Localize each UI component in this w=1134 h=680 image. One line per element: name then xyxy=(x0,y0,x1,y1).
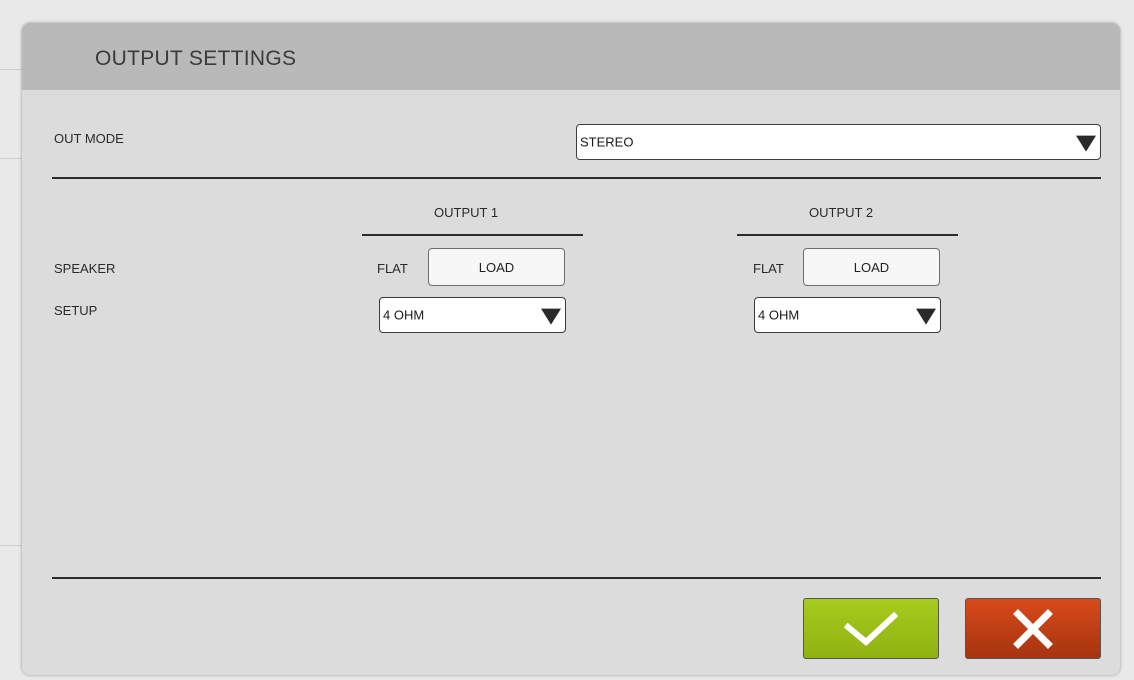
chevron-down-icon xyxy=(1076,135,1096,152)
output-1-impedance-value: 4 OHM xyxy=(383,307,425,323)
speaker-label: SPEAKER xyxy=(54,261,116,276)
cancel-button[interactable] xyxy=(965,598,1101,659)
background-divider xyxy=(0,69,22,70)
chevron-down-icon xyxy=(541,308,561,325)
chevron-down-icon xyxy=(916,308,936,325)
dialog-title: OUTPUT SETTINGS xyxy=(95,47,297,70)
background-divider xyxy=(0,545,22,546)
out-mode-value: STEREO xyxy=(580,134,634,150)
dialog-header: OUTPUT SETTINGS xyxy=(22,23,1120,90)
output-2-header: OUTPUT 2 xyxy=(809,205,874,220)
output-settings-dialog: OUTPUT SETTINGS OUT MODE STEREO OUTPUT 1… xyxy=(22,23,1120,675)
section-divider xyxy=(52,177,1101,179)
confirm-button[interactable] xyxy=(803,598,939,659)
out-mode-label: OUT MODE xyxy=(54,131,124,146)
setup-label: SETUP xyxy=(54,303,98,318)
close-icon xyxy=(1013,609,1053,649)
output-1-load-button[interactable]: LOAD xyxy=(428,248,565,286)
output-1-impedance-select[interactable]: 4 OHM xyxy=(379,297,566,333)
output-2-header-rule xyxy=(737,234,958,236)
output-2-impedance-select[interactable]: 4 OHM xyxy=(754,297,941,333)
output-2-load-button[interactable]: LOAD xyxy=(803,248,940,286)
background-divider xyxy=(0,158,22,159)
output-1-header: OUTPUT 1 xyxy=(434,205,499,220)
output-1-flat-label: FLAT xyxy=(377,261,408,276)
output-2-flat-label: FLAT xyxy=(753,261,784,276)
footer-divider xyxy=(52,577,1101,579)
output-1-header-rule xyxy=(362,234,583,236)
out-mode-select[interactable]: STEREO xyxy=(576,124,1101,160)
output-2-impedance-value: 4 OHM xyxy=(758,307,800,323)
checkmark-icon xyxy=(843,611,899,646)
